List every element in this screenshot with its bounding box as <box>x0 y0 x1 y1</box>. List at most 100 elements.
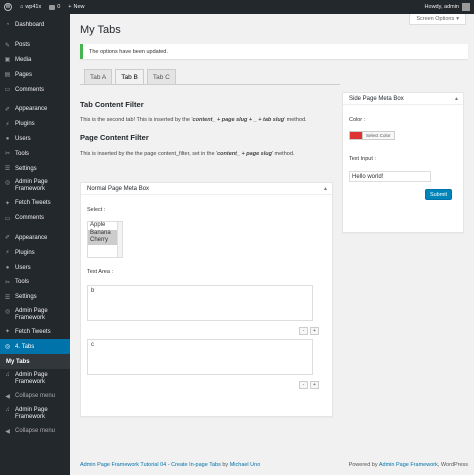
footer-left: Admin Page Framework Tutorial 04 - Creat… <box>80 462 261 468</box>
color-swatch[interactable] <box>349 131 363 140</box>
add-field-button-2[interactable]: + <box>310 381 319 389</box>
menu-appearance[interactable]: ✐ Appearance <box>0 102 70 117</box>
wordpress-icon: W <box>4 3 12 11</box>
text-input-label: Text Input : <box>349 156 376 162</box>
page-content-filter-text: This is inserted by the the page content… <box>80 151 295 157</box>
notice-text: The options have been updated. <box>89 48 168 55</box>
new-content-menu[interactable]: + New <box>64 0 88 14</box>
wordpress-icon: ◎ <box>4 308 11 315</box>
avatar <box>462 3 470 11</box>
tab-b[interactable]: Tab B <box>115 69 144 85</box>
footer-author-link[interactable]: Michael Uno <box>230 462 261 468</box>
home-icon: ⌂ <box>20 4 24 10</box>
wrench-icon: ✂ <box>4 279 11 286</box>
add-field-button[interactable]: + <box>310 327 319 335</box>
plug-icon: ⚡ <box>5 121 10 128</box>
comments-menu[interactable]: 0 <box>45 0 64 14</box>
user-icon: ● <box>5 135 10 142</box>
tab-a[interactable]: Tab A <box>84 69 113 85</box>
comments-count: 0 <box>57 4 61 10</box>
caret-down-icon: ▾ <box>456 16 459 22</box>
my-account-menu[interactable]: Howdy, admin <box>425 3 474 11</box>
menu-appearance-2[interactable]: ✐ Appearance <box>0 231 70 246</box>
menu-comments[interactable]: ▭ Comments <box>0 82 70 97</box>
toggle-arrow-icon[interactable]: ▲ <box>323 186 328 192</box>
collapse-menu-button-2[interactable]: ◀ Collapse menu <box>0 424 70 439</box>
tab-c[interactable]: Tab C <box>146 69 176 85</box>
toggle-arrow-icon[interactable]: ▲ <box>454 96 459 102</box>
menu-admin-page-framework[interactable]: ◎ Admin Page Framework <box>0 176 70 196</box>
music-note-icon: ♫ <box>5 407 10 414</box>
twitter-icon: ✦ <box>4 200 11 207</box>
color-label: Color : <box>349 117 366 123</box>
menu-users-2[interactable]: ● Users <box>0 260 70 275</box>
menu-comments-2[interactable]: ▭ Comments <box>0 211 70 226</box>
twitter-icon: ✦ <box>4 329 11 336</box>
menu-tools[interactable]: ✂ Tools <box>0 146 70 161</box>
normal-page-meta-box: Normal Page Meta Box ▲ Select : Apple Ba… <box>80 182 333 417</box>
textarea-label: Text Area : <box>87 269 113 275</box>
remove-field-button[interactable]: - <box>299 327 308 335</box>
menu-fetch-tweets[interactable]: ✦ Fetch Tweets <box>0 196 70 211</box>
wrench-icon: ✂ <box>4 151 11 158</box>
dashboard-icon: ◔ <box>5 22 10 29</box>
side-meta-box-title[interactable]: Side Page Meta Box <box>343 93 463 105</box>
tab-content-filter-title: Tab Content Filter <box>80 100 144 109</box>
normal-meta-box-title[interactable]: Normal Page Meta Box <box>81 183 332 195</box>
footer-framework-link[interactable]: Admin Page Framework <box>379 462 438 468</box>
admin-sidebar: ◔ Dashboard ✎ Posts ▣ Media ▤ Pages ▭ Comment… <box>0 14 70 475</box>
comment-icon: ▭ <box>4 215 11 222</box>
page-title: My Tabs <box>80 24 121 36</box>
fruit-select[interactable]: Apple Banana Cherry <box>87 221 123 258</box>
menu-media[interactable]: ▣ Media <box>0 53 70 68</box>
site-name: wp41x <box>25 4 42 10</box>
menu-admin-page-framework-4[interactable]: ♫ Admin Page Framework <box>0 404 70 424</box>
menu-tabs[interactable]: ◎ 4. Tabs <box>0 339 70 355</box>
select-color-button[interactable]: Select Color <box>363 131 395 140</box>
submenu-my-tabs[interactable]: My Tabs <box>0 354 70 369</box>
menu-admin-page-framework-3[interactable]: ♫ Admin Page Framework <box>0 369 70 389</box>
wp-logo-menu[interactable]: W <box>0 0 16 14</box>
menu-tools-2[interactable]: ✂ Tools <box>0 275 70 290</box>
remove-field-button-2[interactable]: - <box>299 381 308 389</box>
textarea-1-controls: - + <box>299 327 319 335</box>
text-input-field[interactable]: Hello world! <box>349 171 431 182</box>
menu-plugins-2[interactable]: ⚡ Plugins <box>0 245 70 260</box>
menu-settings-2[interactable]: ☰ Settings <box>0 290 70 305</box>
menu-fetch-tweets-2[interactable]: ✦ Fetch Tweets <box>0 325 70 340</box>
brush-icon: ✐ <box>4 235 11 242</box>
screen-options-button[interactable]: Screen Options ▾ <box>409 14 466 25</box>
color-picker[interactable]: Select Color <box>349 131 395 140</box>
new-label: New <box>73 4 85 10</box>
footer-tutorial-link[interactable]: Admin Page Framework Tutorial 04 - Creat… <box>80 462 221 468</box>
menu-users[interactable]: ● Users <box>0 132 70 147</box>
submit-button[interactable]: Submit <box>425 189 452 200</box>
wordpress-icon: ◎ <box>4 179 11 186</box>
main-content: Screen Options ▾ My Tabs The options hav… <box>70 14 474 475</box>
menu-admin-page-framework-2[interactable]: ◎ Admin Page Framework <box>0 305 70 325</box>
menu-posts[interactable]: ✎ Posts <box>0 38 70 53</box>
tab-content-filter-text: This is the second tab! This is inserted… <box>80 117 307 123</box>
user-icon: ● <box>5 264 10 271</box>
brush-icon: ✐ <box>4 106 11 113</box>
select-scrollbar[interactable] <box>117 222 122 257</box>
collapse-icon: ◀ <box>5 428 10 435</box>
page-content-filter-title: Page Content Filter <box>80 133 149 142</box>
side-page-meta-box: Side Page Meta Box ▲ Color : Select Colo… <box>342 92 464 233</box>
pin-icon: ✎ <box>4 42 11 49</box>
tab-bar: Tab A Tab B Tab C <box>84 69 176 85</box>
settings-icon: ☰ <box>4 294 11 301</box>
menu-plugins[interactable]: ⚡ Plugins <box>0 117 70 132</box>
menu-settings[interactable]: ☰ Settings <box>0 161 70 176</box>
menu-dashboard[interactable]: ◔ Dashboard <box>0 18 70 33</box>
plus-icon: + <box>68 4 72 10</box>
select-label: Select : <box>87 207 106 213</box>
textarea-1[interactable]: b <box>87 285 313 321</box>
pages-icon: ▤ <box>4 72 11 79</box>
menu-pages[interactable]: ▤ Pages <box>0 67 70 82</box>
comment-icon: ▭ <box>4 87 11 94</box>
site-name-menu[interactable]: ⌂ wp41x <box>16 0 45 14</box>
collapse-menu-button[interactable]: ◀ Collapse menu <box>0 389 70 404</box>
textarea-2[interactable]: c <box>87 339 313 375</box>
music-note-icon: ♫ <box>5 372 10 379</box>
